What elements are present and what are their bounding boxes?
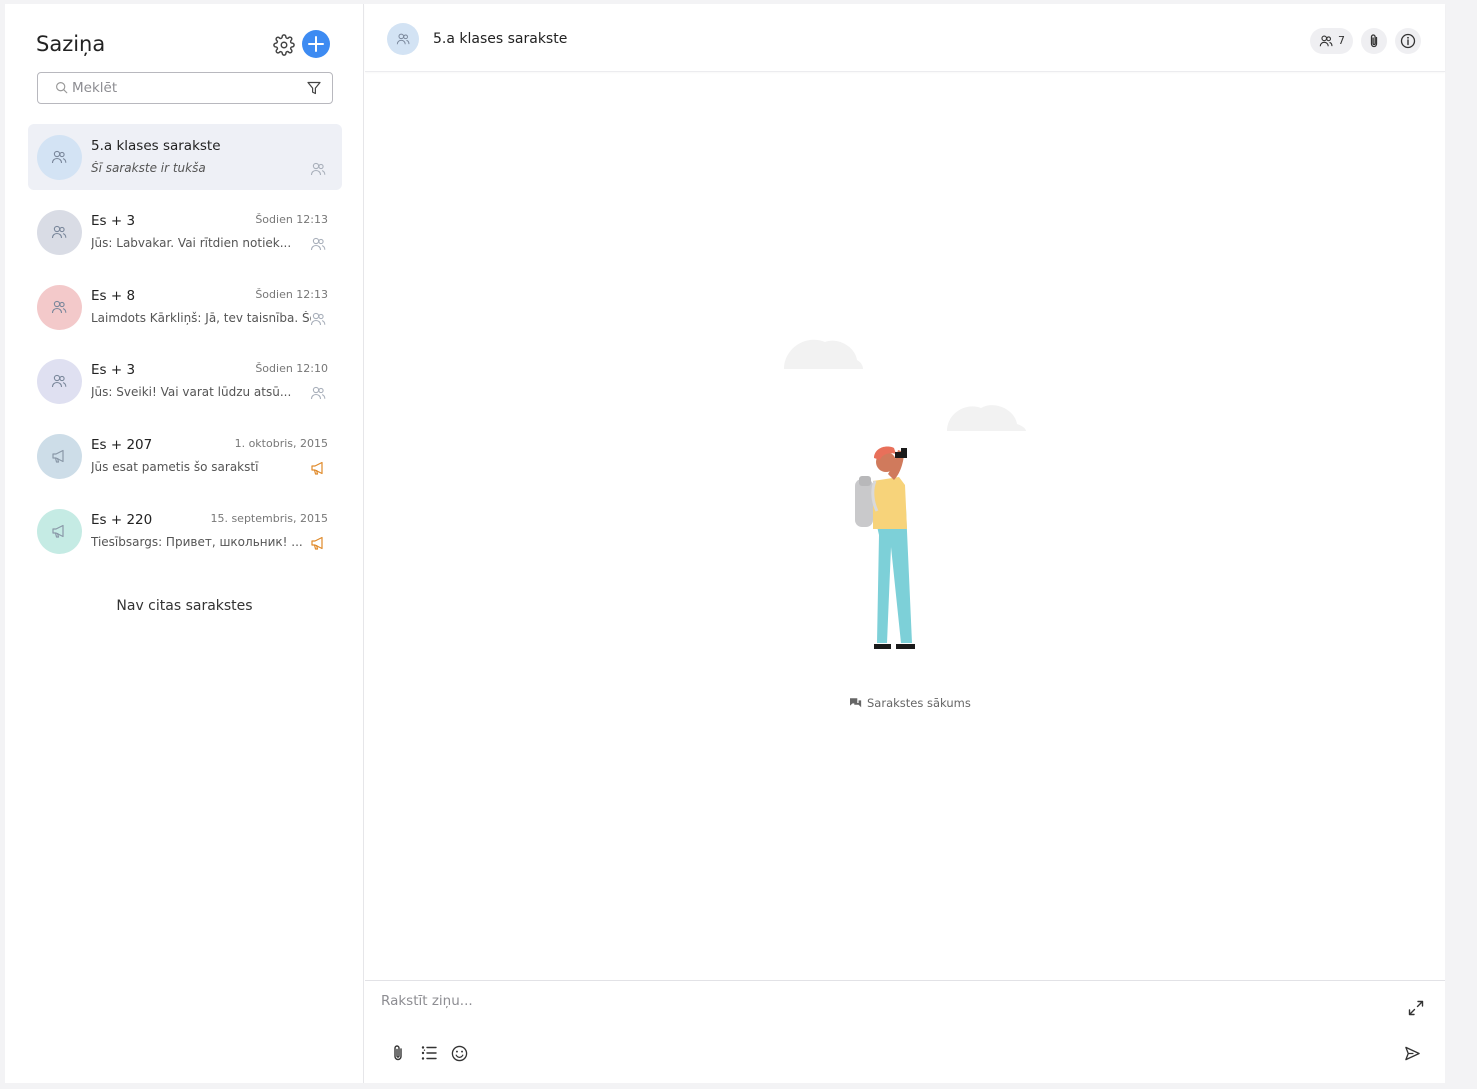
conversation-preview: Tiesībsargs: Привет, школьник! ... xyxy=(91,535,303,549)
list-format-icon[interactable] xyxy=(421,1045,437,1061)
group-icon xyxy=(396,33,410,45)
chat-header: 5.a klases sarakste 7 xyxy=(365,4,1445,72)
announcement-type-icon xyxy=(310,535,326,555)
sidebar-title: Saziņa xyxy=(36,32,106,56)
conversation-avatar xyxy=(37,135,82,180)
filter-icon[interactable] xyxy=(306,80,322,96)
search-box xyxy=(37,72,333,104)
attachments-button[interactable] xyxy=(1361,28,1387,54)
conversation-time: Šodien 12:13 xyxy=(255,213,328,226)
conversation-name: Es + 207 xyxy=(91,437,153,453)
expand-icon[interactable] xyxy=(1407,999,1425,1017)
conversation-avatar xyxy=(37,434,82,479)
plus-icon xyxy=(308,36,324,52)
conversation-start-text: Sarakstes sākums xyxy=(867,696,971,710)
info-button[interactable] xyxy=(1395,28,1421,54)
sidebar: Saziņa 5.a klases sarakste Šī sarakste ir… xyxy=(5,4,364,1083)
conversation-item[interactable]: 5.a klases sarakste Šī sarakste ir tukša xyxy=(28,124,342,190)
conversation-avatar xyxy=(37,359,82,404)
group-type-icon xyxy=(310,311,326,331)
conversation-preview: Laimdots Kārkliņš: Jā, tev taisnība. Šod… xyxy=(91,311,311,325)
message-input[interactable] xyxy=(381,993,1361,1019)
conversation-avatar xyxy=(37,210,82,255)
conversation-preview: Jūs: Sveiki! Vai varat lūdzu atsū... xyxy=(91,385,292,399)
member-count: 7 xyxy=(1338,34,1345,47)
chat-panel: 5.a klases sarakste 7 Sarakstes sākums R… xyxy=(365,4,1445,1083)
conversation-time: 15. septembris, 2015 xyxy=(210,512,328,525)
conversation-name: 5.a klases sarakste xyxy=(91,138,221,154)
conversation-name: Es + 8 xyxy=(91,288,136,304)
info-icon xyxy=(1400,33,1416,49)
no-more-conversations: Nav citas sarakstes xyxy=(116,598,253,614)
chat-avatar xyxy=(387,23,419,55)
conversation-item[interactable]: Es + 8 Šodien 12:13 Laimdots Kārkliņš: Jā,… xyxy=(28,274,342,340)
message-composer xyxy=(365,980,1445,1083)
group-type-icon xyxy=(310,385,326,405)
conversation-avatar xyxy=(37,509,82,554)
conversation-item[interactable]: Es + 3 Šodien 12:10 Jūs: Sveiki! Vai varat… xyxy=(28,348,342,414)
search-icon xyxy=(56,82,68,94)
conversation-preview: Šī sarakste ir tukša xyxy=(91,161,206,175)
conversation-avatar xyxy=(37,285,82,330)
conversation-item[interactable]: Es + 3 Šodien 12:13 Jūs: Labvakar. Vai rīt… xyxy=(28,199,342,265)
conversation-item[interactable]: Es + 207 1. oktobris, 2015 Jūs esat pameti… xyxy=(28,423,342,489)
group-type-icon xyxy=(310,236,326,256)
conversation-time: 1. oktobris, 2015 xyxy=(234,437,328,450)
app-window: Saziņa 5.a klases sarakste Šī sarakste ir… xyxy=(5,4,1445,1083)
conversation-time: Šodien 12:10 xyxy=(255,362,328,375)
conversation-start-label: Sarakstes sākums xyxy=(849,696,971,710)
conversation-name: Es + 3 xyxy=(91,213,136,229)
empty-chat-illustration xyxy=(784,339,1026,649)
conversation-name: Es + 220 xyxy=(91,512,153,528)
paperclip-icon xyxy=(1370,34,1378,48)
conversation-preview: Jūs esat pametis šo sarakstī xyxy=(91,460,259,474)
conversation-time: Šodien 12:13 xyxy=(255,288,328,301)
emoji-icon[interactable] xyxy=(451,1045,468,1062)
members-button[interactable]: 7 xyxy=(1310,28,1353,54)
attach-paperclip-icon[interactable] xyxy=(391,1044,405,1062)
search-input[interactable] xyxy=(72,77,292,99)
announcement-type-icon xyxy=(310,460,326,480)
settings-gear-icon[interactable] xyxy=(273,34,295,56)
conversation-preview: Jūs: Labvakar. Vai rītdien notiek... xyxy=(91,236,292,250)
chat-title: 5.a klases sarakste xyxy=(433,31,568,47)
members-icon xyxy=(1319,35,1333,47)
new-conversation-button[interactable] xyxy=(302,30,330,58)
group-type-icon xyxy=(310,161,326,181)
chat-bubbles-icon xyxy=(850,698,862,708)
send-icon[interactable] xyxy=(1404,1045,1421,1062)
conversation-name: Es + 3 xyxy=(91,362,136,378)
conversation-item[interactable]: Es + 220 15. septembris, 2015 Tiesībsargs:… xyxy=(28,498,342,564)
